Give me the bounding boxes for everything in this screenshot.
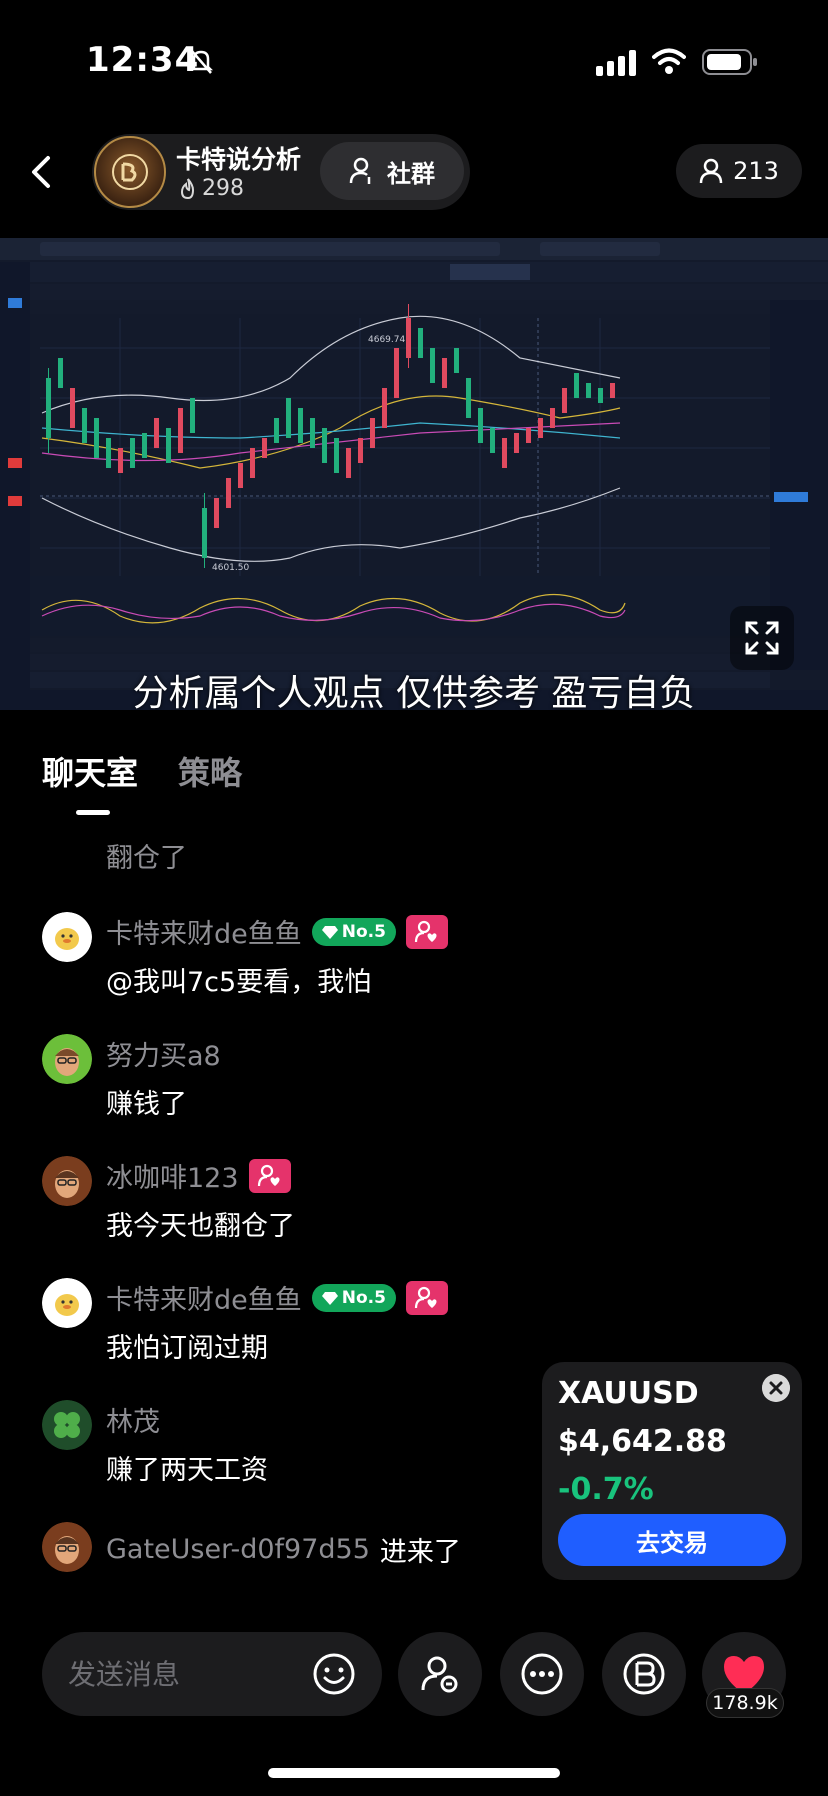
- viewer-number: 213: [733, 157, 779, 185]
- user-avatar-icon: [42, 1034, 92, 1084]
- chat-text: @我叫7c5要看，我怕: [106, 967, 372, 998]
- signal-icon: [596, 50, 636, 76]
- live-video[interactable]: 4669.74 4601.50: [0, 238, 828, 710]
- trading-chart-frame: 4669.74 4601.50: [0, 238, 828, 710]
- like-count: 178.9k: [706, 1688, 784, 1718]
- avatar[interactable]: [42, 912, 92, 962]
- rank-badge-label: No.5: [341, 1287, 386, 1308]
- person-add-icon: [349, 157, 371, 184]
- tab-strategy[interactable]: 策略: [178, 748, 242, 794]
- chat-username[interactable]: 林茂: [106, 1400, 160, 1439]
- bitcoin-button[interactable]: [602, 1632, 686, 1716]
- host-avatar[interactable]: [94, 136, 166, 208]
- fan-badge: [405, 1280, 448, 1315]
- home-indicator[interactable]: [268, 1768, 560, 1778]
- avatar[interactable]: [42, 1156, 92, 1206]
- person-icon: [699, 158, 723, 184]
- rank-badge: No.5: [311, 917, 396, 946]
- community-label: 社群: [387, 159, 435, 188]
- join-username[interactable]: GateUser-d0f97d55: [106, 1534, 370, 1565]
- chat-username[interactable]: 卡特来财de鱼鱼: [106, 912, 302, 951]
- tab-chat-room[interactable]: 聊天室: [42, 748, 138, 794]
- clover-avatar-icon: [42, 1400, 92, 1450]
- duck-avatar-icon: [42, 1278, 92, 1328]
- price-value: $4,642.88: [558, 1424, 727, 1459]
- price-change: -0.7%: [558, 1472, 654, 1507]
- host-heat: 298: [178, 176, 244, 201]
- rank-badge: No.5: [311, 1283, 396, 1312]
- host-name[interactable]: 卡特说分析: [176, 140, 301, 176]
- message-input[interactable]: [68, 1632, 318, 1716]
- video-disclaimer: 分析属个人观点 仅供参考 盈亏自负: [132, 673, 696, 714]
- avatar[interactable]: [42, 1278, 92, 1328]
- join-text: 进来了: [379, 1537, 461, 1568]
- host-logo-icon: [112, 154, 148, 190]
- viewer-count[interactable]: 213: [676, 144, 802, 198]
- user-avatar-icon: [42, 1156, 92, 1206]
- avatar[interactable]: [42, 1400, 92, 1450]
- status-time: 12:34: [86, 40, 200, 80]
- diamond-icon: [321, 1291, 338, 1305]
- fan-badge: [405, 914, 448, 949]
- chat-username[interactable]: 冰咖啡123: [106, 1156, 239, 1195]
- chart-low-label: 4601.50: [212, 563, 249, 573]
- tab-active-indicator: [76, 810, 110, 815]
- back-icon[interactable]: [26, 152, 58, 192]
- duck-avatar-icon: [42, 912, 92, 962]
- community-button[interactable]: 社群: [320, 142, 464, 200]
- fullscreen-button[interactable]: [730, 606, 794, 670]
- chat-text: 我怕订阅过期: [106, 1333, 268, 1364]
- user-avatar-icon: [42, 1522, 92, 1572]
- chat-text: 赚钱了: [106, 1089, 187, 1120]
- price-card[interactable]: XAUUSD $4,642.88 -0.7% 去交易: [542, 1362, 802, 1580]
- trade-button[interactable]: 去交易: [558, 1514, 786, 1566]
- avatar[interactable]: [42, 1522, 92, 1572]
- faded-chat-message: 翻仓了: [106, 843, 187, 874]
- wifi-icon: [652, 48, 686, 74]
- person-heart-icon: [414, 1286, 437, 1308]
- bell-muted-icon: [188, 49, 214, 74]
- diamond-icon: [321, 925, 338, 939]
- battery-icon: [702, 49, 757, 75]
- person-add-icon: [421, 1656, 458, 1693]
- chat-username[interactable]: 努力买a8: [106, 1034, 221, 1073]
- more-button[interactable]: [500, 1632, 584, 1716]
- close-icon[interactable]: [762, 1374, 790, 1402]
- chat-text: 赚了两天工资: [106, 1455, 268, 1486]
- bitcoin-icon: [623, 1653, 665, 1695]
- more-icon: [521, 1653, 563, 1695]
- price-symbol: XAUUSD: [558, 1376, 699, 1411]
- rank-badge-label: No.5: [341, 921, 386, 942]
- emoji-icon[interactable]: [312, 1652, 356, 1696]
- chat-username[interactable]: 卡特来财de鱼鱼: [106, 1278, 302, 1317]
- follow-button[interactable]: [398, 1632, 482, 1716]
- fullscreen-icon: [745, 621, 779, 655]
- heat-count: 298: [202, 176, 244, 201]
- person-heart-icon: [257, 1164, 280, 1186]
- avatar[interactable]: [42, 1034, 92, 1084]
- fan-badge: [248, 1158, 291, 1193]
- person-heart-icon: [414, 920, 437, 942]
- chat-text: 我今天也翻仓了: [106, 1211, 295, 1242]
- flame-icon: [180, 177, 195, 199]
- chart-high-label: 4669.74: [368, 335, 405, 345]
